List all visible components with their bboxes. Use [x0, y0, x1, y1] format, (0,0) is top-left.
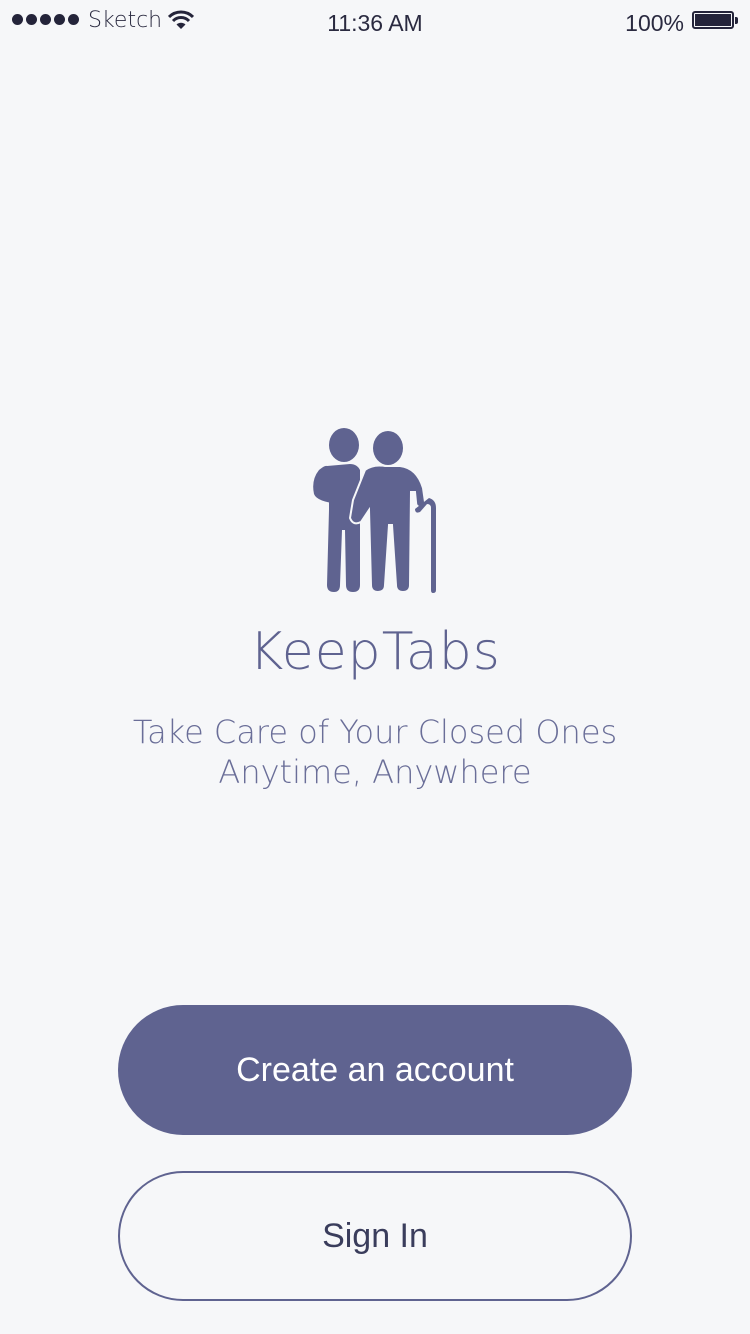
app-title: KeepTabs — [249, 622, 501, 682]
elderly-care-icon — [313, 428, 436, 594]
battery-percent: 100% — [625, 10, 684, 36]
battery-icon — [692, 11, 738, 29]
create-account-button[interactable]: Create an account — [118, 1005, 632, 1135]
sign-in-button[interactable]: Sign In — [118, 1171, 632, 1301]
tagline-line-1: Take Care of Your Closed Ones — [132, 713, 618, 751]
tagline: Take Care of Your Closed Ones Anytime, A… — [0, 712, 750, 792]
status-bar: Sketch 11:36 AM 100% — [0, 0, 750, 44]
tagline-line-2: Anytime, Anywhere — [218, 753, 532, 791]
